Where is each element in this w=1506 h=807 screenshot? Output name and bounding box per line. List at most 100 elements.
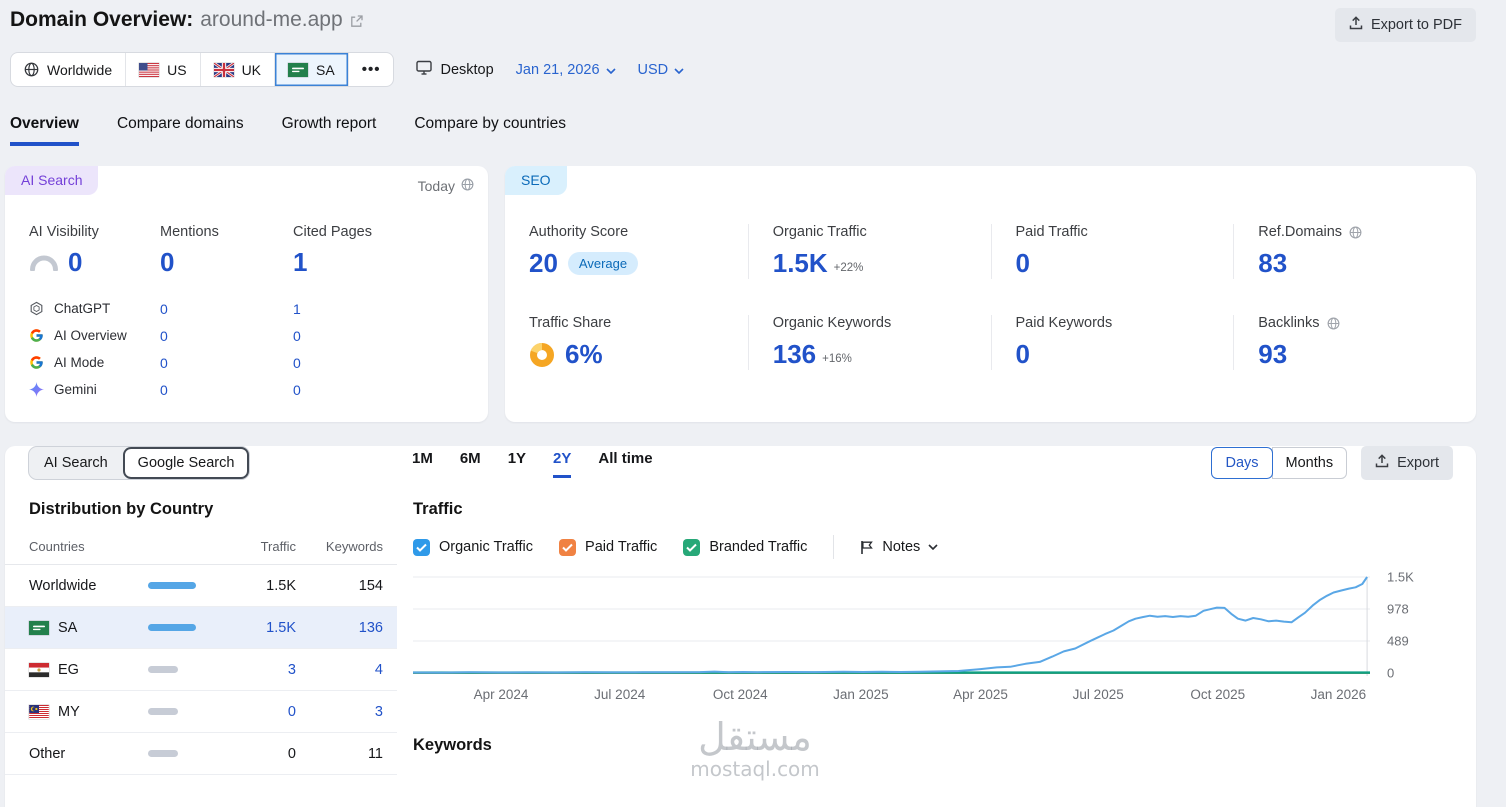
metric-label: Mentions (160, 224, 219, 240)
export-button[interactable]: Export (1361, 446, 1453, 480)
metric-value: 6% (529, 339, 730, 370)
range-all-time[interactable]: All time (598, 450, 652, 478)
svg-text:Oct 2024: Oct 2024 (713, 687, 768, 702)
ai-engine-row-gemini[interactable]: Gemini 0 0 (29, 376, 464, 403)
country-row-eg[interactable]: EG 3 4 (5, 649, 397, 691)
traffic-title: Traffic (413, 500, 463, 518)
country-keywords: 4 (374, 661, 383, 678)
traffic-bar (129, 582, 215, 589)
range-6m[interactable]: 6M (460, 450, 481, 478)
location-sa[interactable]: SA (275, 53, 349, 86)
ai-engine-row-ai-mode[interactable]: AI Mode 0 0 (29, 349, 464, 376)
country-label: EG (58, 661, 79, 678)
metric-value: 93 (1258, 339, 1458, 370)
country-row-other[interactable]: Other 0 11 (5, 733, 397, 775)
metric-label: Backlinks (1258, 315, 1458, 331)
location-label: Worldwide (47, 61, 113, 78)
country-keywords: 154 (358, 577, 383, 594)
divider (833, 535, 835, 559)
column-countries: Countries (29, 539, 85, 554)
metric-value: 1 (293, 247, 464, 278)
ai-metric-mentions: Mentions 0 (160, 224, 293, 278)
ai-engine-row-chatgpt[interactable]: ChatGPT 0 1 (29, 295, 464, 322)
currency-selector[interactable]: USD (638, 62, 685, 78)
search-toggle-ai-search[interactable]: AI Search (29, 447, 123, 479)
country-name: Worldwide (29, 578, 129, 594)
google-icon (29, 355, 54, 370)
checkbox-checked-icon[interactable] (559, 538, 577, 556)
page-title: Domain Overview: around-me.app (10, 8, 363, 32)
globe-icon (24, 62, 39, 77)
checkbox-checked-icon[interactable] (683, 538, 701, 556)
tab-growth-report[interactable]: Growth report (282, 115, 377, 146)
legend-branded-traffic[interactable]: Branded Traffic (683, 538, 808, 556)
legend-label: Paid Traffic (585, 539, 658, 555)
export-pdf-label: Export to PDF (1370, 17, 1462, 33)
range-1y[interactable]: 1Y (508, 450, 526, 478)
trend-content: Distribution by Country Countries Traffic… (5, 480, 1476, 775)
country-row-worldwide[interactable]: Worldwide 1.5K 154 (5, 565, 397, 607)
period-selector[interactable]: Today (418, 178, 474, 194)
metric-label-text: Paid Traffic (1015, 224, 1088, 240)
my-flag-icon (29, 704, 49, 719)
upload-icon (1375, 454, 1389, 472)
device-selector[interactable]: Desktop (416, 60, 494, 79)
notes-dropdown[interactable]: Notes (860, 539, 938, 555)
country-name: MY (29, 704, 129, 720)
metric-number: 93 (1258, 339, 1288, 369)
metric-number: 0 (1015, 339, 1030, 369)
tab-compare-domains[interactable]: Compare domains (117, 115, 244, 146)
ai-engine-row-ai-overview[interactable]: AI Overview 0 0 (29, 322, 464, 349)
location-us[interactable]: US (126, 53, 201, 86)
country-row-my[interactable]: MY 0 3 (5, 691, 397, 733)
metric-label-text: Ref.Domains (1258, 224, 1343, 240)
tab-compare-by-countries[interactable]: Compare by countries (414, 115, 566, 146)
traffic-line-chart[interactable]: 1.5K 978 489 0 Apr 2024 Jul 2024 Oct 2024 Jan 2… (412, 569, 1453, 719)
more-locations-button[interactable]: ••• (349, 53, 394, 86)
location-selector: Worldwide US UK SA ••• (10, 52, 395, 87)
metric-value: 20 Average (529, 248, 730, 279)
location-uk[interactable]: UK (201, 53, 276, 86)
svg-text:Jan 2026: Jan 2026 (1311, 687, 1367, 702)
metric-value: 83 (1258, 248, 1458, 279)
range-2y[interactable]: 2Y (553, 450, 572, 478)
distribution-by-country: Distribution by Country Countries Traffic… (5, 480, 397, 775)
metric-delta: +16% (822, 353, 852, 365)
google-icon (29, 328, 54, 343)
main-tabs: Overview Compare domains Growth report Comp… (10, 115, 1506, 146)
export-pdf-button[interactable]: Export to PDF (1334, 8, 1476, 42)
globe-icon (1349, 226, 1362, 239)
engine-name: ChatGPT (54, 301, 111, 316)
engine-name: Gemini (54, 382, 97, 397)
legend-label: Organic Traffic (439, 539, 534, 555)
metric-number: 20 (529, 248, 558, 278)
location-worldwide[interactable]: Worldwide (11, 53, 127, 86)
metric-label: Traffic Share (529, 315, 730, 331)
granularity-days[interactable]: Days (1211, 447, 1273, 479)
legend-paid-traffic[interactable]: Paid Traffic (559, 538, 658, 556)
external-link-icon[interactable] (350, 14, 363, 28)
tab-overview[interactable]: Overview (10, 115, 79, 146)
metric-number: 0 (1015, 248, 1030, 278)
eg-flag-icon (29, 662, 49, 677)
country-row-sa[interactable]: SA 1.5K 136 (5, 607, 397, 649)
search-toggle-google-search[interactable]: Google Search (122, 447, 250, 479)
engine-name: AI Mode (54, 355, 105, 370)
granularity-months[interactable]: Months (1271, 447, 1348, 479)
metric-number: 83 (1258, 248, 1288, 278)
checkbox-checked-icon[interactable] (413, 538, 430, 556)
metric-label-text: Paid Keywords (1015, 315, 1113, 331)
engine-cited-pages: 1 (293, 300, 301, 317)
legend-label: Branded Traffic (709, 539, 808, 555)
date-selector[interactable]: Jan 21, 2026 (516, 62, 616, 78)
traffic-trend-card: AI Search Google Search 1M 6M 1Y 2Y All time … (5, 446, 1476, 807)
engine-cited-pages: 0 (293, 327, 301, 344)
column-keywords: Keywords (325, 539, 383, 554)
domain-name: around-me.app (200, 8, 343, 31)
legend-organic-traffic[interactable]: Organic Traffic (413, 538, 534, 556)
range-1m[interactable]: 1M (412, 450, 433, 478)
desktop-icon (416, 60, 433, 79)
chevron-down-icon (928, 544, 938, 550)
country-name: Other (29, 746, 129, 762)
country-traffic: 1.5K (266, 577, 296, 594)
